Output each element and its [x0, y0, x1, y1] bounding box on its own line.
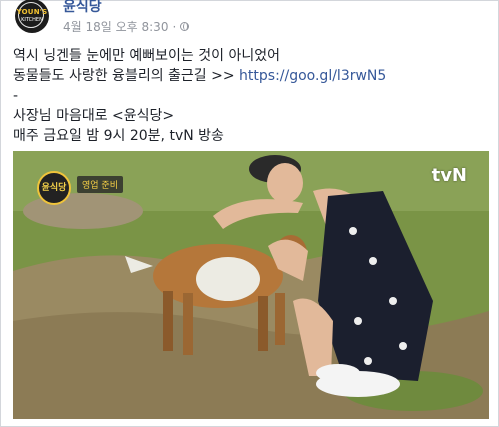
post-card: YOUN'S KITCHEN 윤식당 4월 18일 오후 8:30 · 역시 닝… [0, 0, 499, 427]
page-name-link[interactable]: 윤식당 [63, 0, 102, 16]
post-timestamp[interactable]: 4월 18일 오후 8:30 [63, 18, 168, 35]
video-badge: 영업 준비 [77, 176, 123, 193]
post-meta: 4월 18일 오후 8:30 · [63, 18, 190, 35]
post-link[interactable]: https://goo.gl/l3rwN5 [239, 68, 386, 84]
post-line-1: 역시 닝겐들 눈에만 예뻐보이는 것이 아니었어 [13, 48, 280, 64]
page-avatar[interactable]: YOUN'S KITCHEN [15, 0, 49, 33]
globe-icon[interactable] [180, 22, 190, 31]
post-body: 역시 닝겐들 눈에만 예뻐보이는 것이 아니었어 동물들도 사랑한 융블리의 출… [13, 46, 483, 146]
meta-separator: · [172, 19, 177, 34]
video-logo: 윤식당 [37, 171, 71, 205]
post-line-4: 사장님 마음대로 <윤식당> [13, 108, 175, 124]
tvn-watermark: tvN [431, 165, 467, 186]
post-line-5: 매주 금요일 밤 9시 20분, tvN 방송 [13, 128, 224, 144]
post-line-3: - [13, 88, 19, 104]
post-line-2: 동물들도 사랑한 융블리의 출근길 >> https://goo.gl/l3rw… [13, 66, 483, 86]
avatar-brand-subtext: KITCHEN [21, 17, 43, 23]
post-line-2-text: 동물들도 사랑한 융블리의 출근길 >> [13, 68, 240, 84]
post-video[interactable]: 윤식당 영업 준비 tvN [13, 151, 489, 419]
avatar-brand-text: YOUN'S [16, 8, 48, 16]
